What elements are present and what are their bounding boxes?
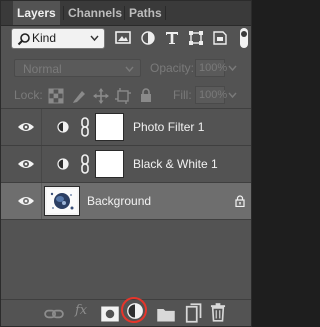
chevron-down-icon (90, 35, 99, 42)
blend-mode-select[interactable]: Normal (14, 59, 141, 77)
panel-footer: fx (1, 297, 251, 327)
tab-channels[interactable]: Channels (64, 1, 126, 25)
lock-fill-row: Lock: Fill: 100% (1, 86, 251, 106)
tab-paths[interactable]: Paths (125, 1, 166, 25)
layer-filter-row: Kind (11, 27, 249, 50)
globe-image (47, 189, 77, 213)
chevron-down-icon[interactable] (228, 64, 237, 72)
column-divider (41, 183, 42, 219)
trash-icon[interactable] (208, 302, 228, 322)
fill-label: Fill: (173, 88, 192, 102)
visibility-eye-icon[interactable] (17, 121, 35, 133)
tab-layers[interactable]: Layers (13, 1, 60, 25)
shape-filter-icon[interactable] (187, 28, 205, 48)
column-divider (41, 109, 42, 145)
layer-lock-icon (235, 195, 245, 207)
pixel-filter-icon[interactable] (114, 28, 132, 48)
fx-icon[interactable]: fx (75, 303, 87, 318)
smart-object-filter-icon[interactable] (211, 28, 229, 48)
search-icon (17, 33, 30, 46)
add-mask-icon[interactable] (100, 304, 120, 324)
chevron-down-icon (125, 66, 134, 73)
visibility-eye-icon[interactable] (17, 158, 35, 170)
blend-mode-label: Normal (23, 62, 62, 76)
lock-label: Lock: (14, 88, 43, 102)
adjustment-layer-icon (57, 121, 69, 133)
panel-tab-bar: Layers Channels Paths (1, 1, 251, 26)
filter-kind-label: Kind (32, 31, 57, 45)
layer-mask-thumbnail[interactable] (95, 113, 124, 141)
fill-field[interactable]: 100% (195, 86, 227, 104)
lock-transparent-pixels-icon[interactable] (48, 88, 64, 104)
layers-panel: Layers Channels Paths Kind Normal Opacit… (0, 0, 252, 327)
layer-row-photo-filter[interactable]: Photo Filter 1 (1, 109, 251, 145)
opacity-field[interactable]: 100% (195, 59, 227, 77)
lock-all-icon[interactable] (138, 87, 154, 103)
blend-opacity-row: Normal Opacity: 100% (1, 59, 251, 79)
opacity-label: Opacity: (150, 61, 195, 75)
layer-image-thumbnail[interactable] (44, 186, 80, 216)
layer-row-black-white[interactable]: Black & White 1 (1, 146, 251, 182)
lock-position-icon[interactable] (93, 88, 109, 104)
lock-image-pixels-icon[interactable] (71, 88, 87, 104)
lock-artboard-icon[interactable] (115, 88, 131, 104)
filter-kind-select[interactable]: Kind (11, 28, 105, 49)
highlight-annotation-circle (121, 297, 147, 323)
type-filter-icon[interactable] (163, 28, 181, 48)
layer-row-background[interactable]: Background (1, 183, 251, 219)
layer-name[interactable]: Background (87, 194, 151, 208)
chevron-down-icon[interactable] (228, 91, 237, 99)
mask-link-chain-icon[interactable] (80, 154, 90, 174)
adjustment-layer-icon (57, 158, 69, 170)
link-layers-icon[interactable] (44, 304, 64, 324)
new-group-icon[interactable] (156, 304, 176, 324)
layer-mask-thumbnail[interactable] (95, 150, 124, 178)
layer-name[interactable]: Black & White 1 (133, 157, 218, 171)
layer-divider (1, 219, 251, 220)
mask-link-chain-icon[interactable] (80, 117, 90, 137)
new-layer-icon[interactable] (183, 303, 203, 323)
layer-name[interactable]: Photo Filter 1 (133, 120, 204, 134)
tab-divider (165, 6, 166, 20)
filter-toggle[interactable] (239, 27, 249, 49)
column-divider (41, 146, 42, 182)
adjustment-filter-icon[interactable] (139, 28, 157, 48)
visibility-eye-icon[interactable] (17, 195, 35, 207)
